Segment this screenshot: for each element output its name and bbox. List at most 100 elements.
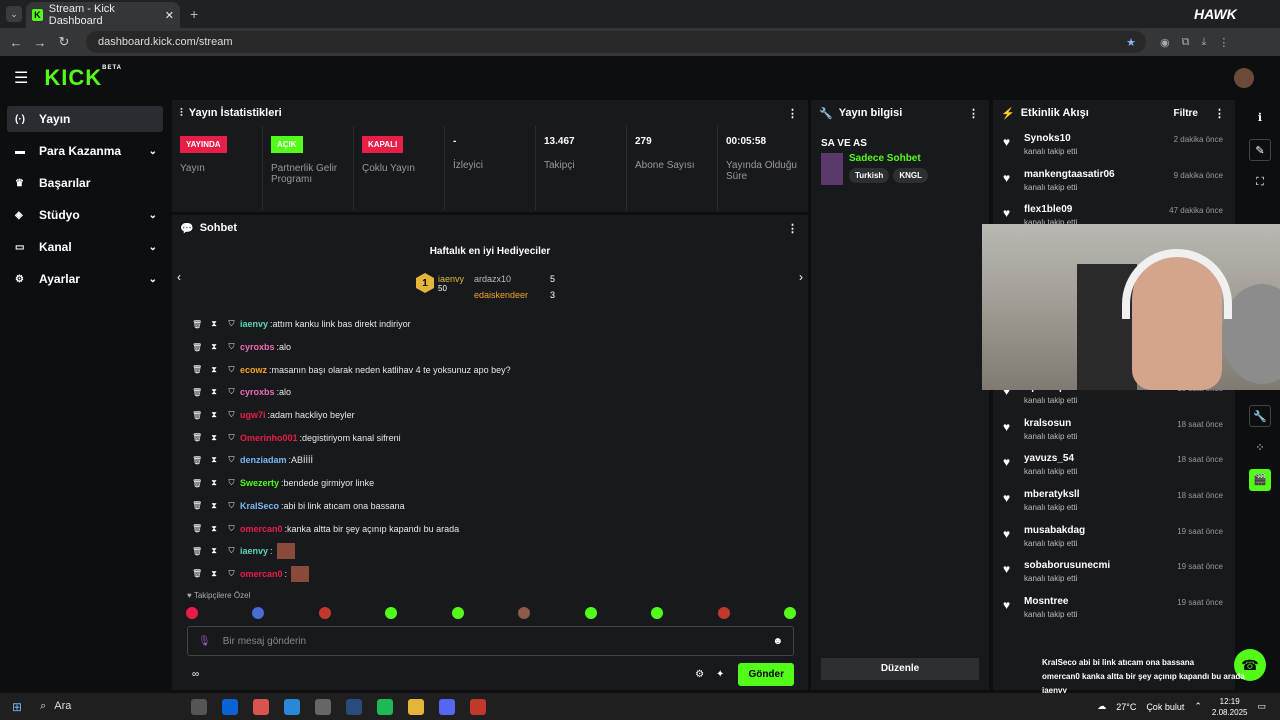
gear-icon[interactable]: ⚙ — [695, 669, 704, 680]
chat-username[interactable]: iaenvy — [240, 319, 268, 329]
wrench-icon[interactable]: 🔧 — [1249, 405, 1271, 427]
expand-icon[interactable]: ⛶ — [1249, 171, 1271, 193]
chat-username[interactable]: Swezerty — [240, 478, 279, 488]
spotify-icon[interactable] — [377, 698, 394, 715]
gift-icon[interactable]: ✦ — [716, 669, 724, 680]
timeout-icon[interactable]: ⧗ — [209, 319, 219, 329]
category-name[interactable]: Sadece Sohbet — [849, 153, 928, 164]
emoji-icon[interactable]: ☻ — [772, 636, 783, 647]
menu-dots-icon[interactable]: ⋮ — [1218, 36, 1229, 49]
chat-input[interactable]: 🎙 Bir mesaj gönderin ☻ — [187, 626, 794, 656]
hamburger-icon[interactable]: ☰ — [14, 68, 28, 88]
extension-icon[interactable]: ◉ — [1160, 36, 1170, 49]
sidebar-item-yayin[interactable]: (·) Yayın — [7, 106, 163, 132]
chat-username[interactable]: KralSeco — [240, 501, 279, 511]
url-field[interactable]: dashboard.kick.com/stream ★ — [86, 31, 1146, 53]
emote-icon[interactable] — [651, 607, 664, 619]
emote-icon[interactable] — [318, 607, 331, 619]
timeout-icon[interactable]: ⧗ — [209, 478, 219, 488]
download-icon[interactable]: ⤓ — [1201, 36, 1206, 49]
edit-button[interactable]: Düzenle — [821, 658, 979, 680]
timeout-icon[interactable]: ⧗ — [209, 365, 219, 375]
forward-icon[interactable]: → — [28, 35, 52, 50]
edit-pen-icon[interactable]: ✎ — [1249, 139, 1271, 161]
task-view-icon[interactable] — [191, 698, 208, 715]
menu-dots-icon[interactable]: ⋮ — [1214, 107, 1225, 120]
menu-dots-icon[interactable]: ⋮ — [787, 222, 798, 235]
delete-icon[interactable]: 🗑 — [192, 433, 202, 442]
emote-icon[interactable] — [717, 607, 730, 619]
emote-icon[interactable] — [186, 607, 198, 619]
info-icon[interactable]: ℹ — [1249, 107, 1271, 129]
sidebar-item-basarilar[interactable]: ♛ Başarılar — [7, 170, 163, 196]
puzzle-icon[interactable]: ⧉ — [1182, 36, 1190, 49]
browser-tab[interactable]: K Stream - Kick Dashboard ✕ — [26, 2, 180, 28]
delete-icon[interactable]: 🗑 — [192, 524, 202, 533]
menu-dots-icon[interactable]: ⋮ — [787, 107, 798, 120]
menu-dots-icon[interactable]: ⋮ — [968, 107, 979, 120]
chevron-left-icon[interactable]: ‹ — [177, 270, 181, 284]
chat-username[interactable]: denziadam — [240, 455, 287, 465]
delete-icon[interactable]: 🗑 — [192, 547, 202, 556]
filter-button[interactable]: Filtre — [1174, 108, 1198, 119]
chat-username[interactable]: iaenvy — [240, 546, 268, 556]
delete-icon[interactable]: 🗑 — [192, 479, 202, 488]
bookmark-star-icon[interactable]: ★ — [1126, 36, 1136, 49]
timeout-icon[interactable]: ⧗ — [209, 455, 219, 465]
sidebar-item-kanal[interactable]: ▭ Kanal ⌄ — [7, 234, 163, 260]
tab-list-icon[interactable]: ⌄ — [6, 6, 22, 22]
timeout-icon[interactable]: ⧗ — [209, 546, 219, 556]
store-icon[interactable] — [315, 698, 332, 715]
chrome-icon[interactable] — [408, 698, 425, 715]
emote-icon[interactable] — [252, 607, 265, 619]
chat-username[interactable]: omercan0 — [240, 569, 283, 579]
loop-icon[interactable]: ∞ — [192, 669, 199, 680]
reload-icon[interactable]: ↻ — [52, 34, 76, 50]
outlook-icon[interactable] — [222, 698, 239, 715]
close-tab-icon[interactable]: ✕ — [165, 9, 174, 22]
chat-username[interactable]: omercan0 — [240, 524, 283, 534]
timeout-icon[interactable]: ⧗ — [209, 524, 219, 534]
new-tab-icon[interactable]: + — [190, 6, 198, 22]
chevron-right-icon[interactable]: › — [799, 270, 803, 284]
back-icon[interactable]: ← — [4, 35, 28, 50]
send-button[interactable]: Gönder — [738, 663, 794, 686]
delete-icon[interactable]: 🗑 — [192, 343, 202, 352]
emote-icon[interactable] — [584, 607, 597, 619]
tray-chevron-icon[interactable]: ⌃ — [1194, 701, 1202, 712]
taskbar-search[interactable]: ⌕ Ara — [40, 700, 71, 713]
timeout-icon[interactable]: ⧗ — [209, 342, 219, 352]
dots-cluster-icon[interactable]: ⁘ — [1249, 437, 1271, 459]
delete-icon[interactable]: 🗑 — [192, 388, 202, 397]
chat-username[interactable]: cyroxbs — [240, 387, 275, 397]
timeout-icon[interactable]: ⧗ — [209, 433, 219, 443]
timeout-icon[interactable]: ⧗ — [209, 387, 219, 397]
chat-username[interactable]: ecowz — [240, 365, 267, 375]
delete-icon[interactable]: 🗑 — [192, 456, 202, 465]
obs-icon[interactable] — [470, 698, 487, 715]
edge-icon[interactable] — [284, 698, 301, 715]
kick-logo[interactable]: KICKBETA — [44, 65, 122, 91]
delete-icon[interactable]: 🗑 — [192, 411, 202, 420]
chat-username[interactable]: Omerinho001 — [240, 433, 298, 443]
delete-icon[interactable]: 🗑 — [192, 365, 202, 374]
timeout-icon[interactable]: ⧗ — [209, 410, 219, 420]
chat-username[interactable]: ugw7i — [240, 410, 266, 420]
timeout-icon[interactable]: ⧗ — [209, 501, 219, 511]
sidebar-item-studyo[interactable]: ◈ Stüdyo ⌄ — [7, 202, 163, 228]
sidebar-item-ayarlar[interactable]: ⚙ Ayarlar ⌄ — [7, 266, 163, 292]
emote-icon[interactable] — [518, 607, 531, 619]
avatar[interactable] — [1234, 68, 1254, 88]
delete-icon[interactable]: 🗑 — [192, 569, 202, 578]
emote-icon[interactable] — [783, 607, 796, 619]
windows-start-icon[interactable]: ⊞ — [12, 700, 22, 714]
steam-icon[interactable] — [346, 698, 363, 715]
discord-icon[interactable] — [439, 698, 456, 715]
delete-icon[interactable]: 🗑 — [192, 320, 202, 329]
delete-icon[interactable]: 🗑 — [192, 501, 202, 510]
clock[interactable]: 12:19 2.08.2025 — [1212, 696, 1248, 718]
copilot-icon[interactable] — [253, 698, 270, 715]
chat-username[interactable]: cyroxbs — [240, 342, 275, 352]
sidebar-item-para-kazanma[interactable]: ▬ Para Kazanma ⌄ — [7, 138, 163, 164]
film-icon[interactable]: 🎬 — [1249, 469, 1271, 491]
